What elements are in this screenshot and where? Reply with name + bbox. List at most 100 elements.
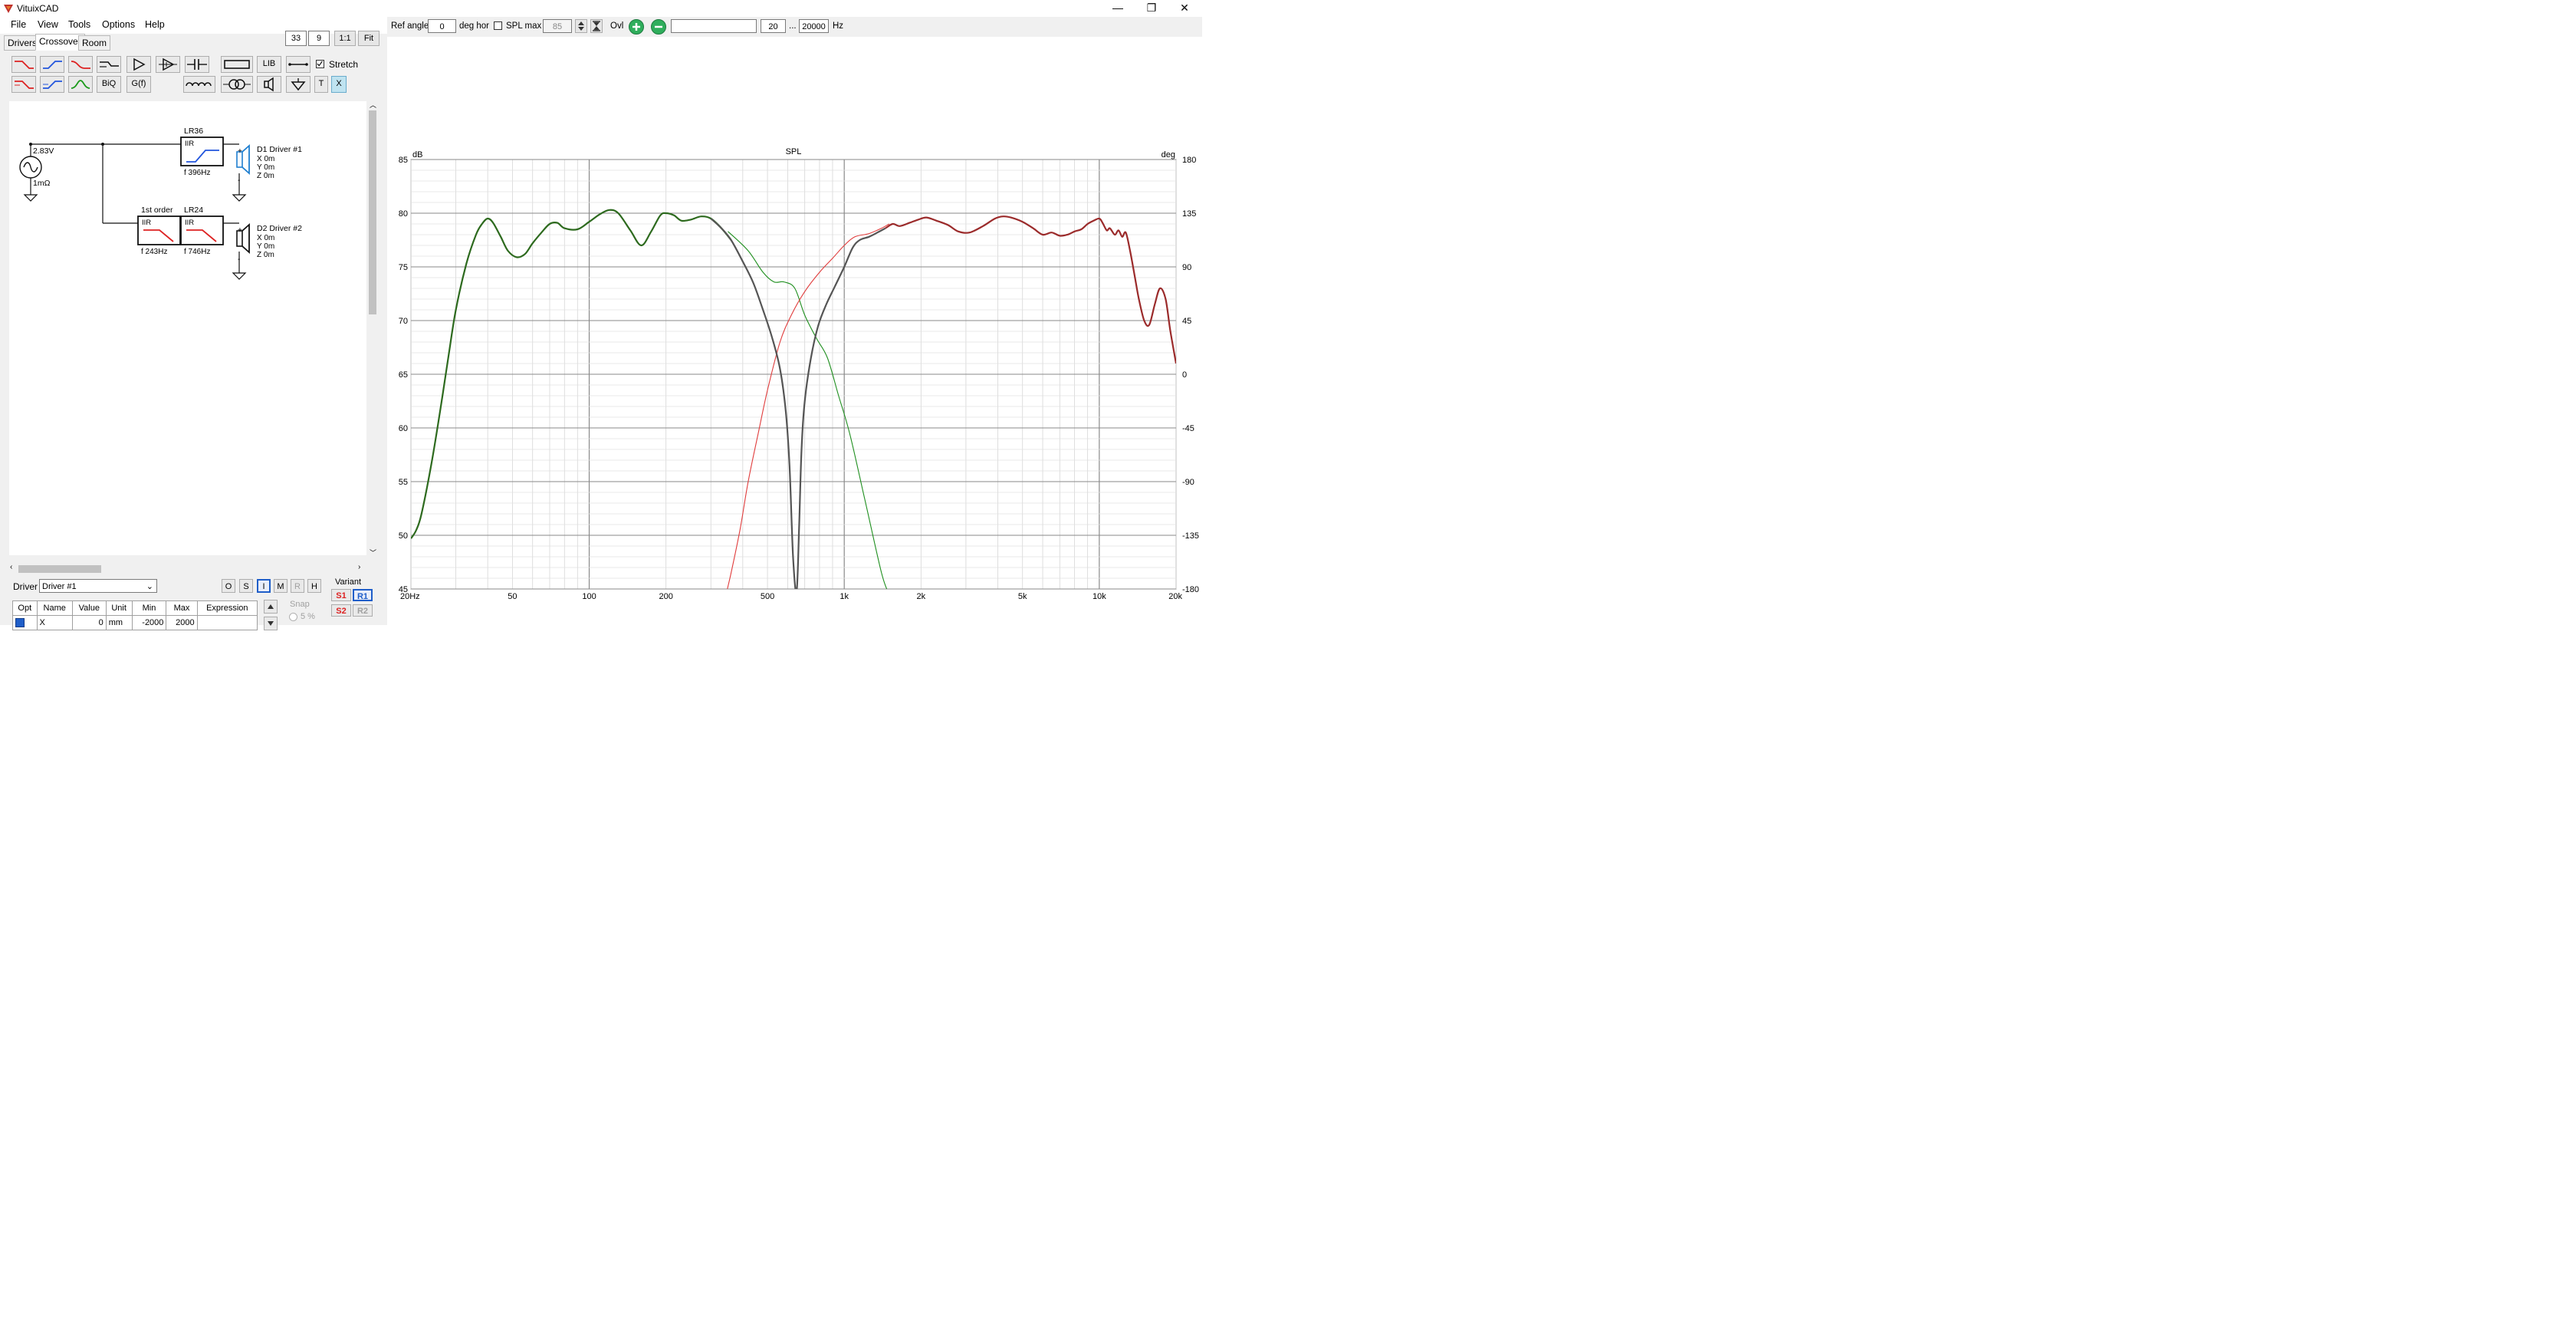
x-tick-label: 5k [1018, 592, 1027, 601]
schematic-vertical-scrollbar[interactable]: ︿ ﹀ [367, 100, 378, 558]
menu-options[interactable]: Options [102, 19, 135, 30]
resistor-tool[interactable] [221, 56, 253, 73]
y-tick-label: 60 [399, 424, 408, 433]
driver-2-y: Y 0m [257, 242, 274, 251]
driver-select-value: Driver #1 [42, 582, 77, 591]
buffer-tool[interactable] [127, 56, 151, 73]
col-opt: Opt [12, 600, 38, 616]
y2-tick-label: -90 [1182, 478, 1194, 487]
text-tool-label: T [318, 79, 324, 88]
ground-tool[interactable] [286, 76, 310, 93]
zoom-1to1-button[interactable]: 1:1 [334, 31, 356, 46]
y2-axis-unit: deg [1162, 150, 1175, 160]
inductor-icon [186, 82, 212, 87]
wire-tool[interactable] [286, 56, 310, 73]
table-row[interactable]: X 0 mm -2000 2000 [12, 615, 258, 630]
mode-s-button[interactable]: S [239, 579, 253, 593]
scroll-right-icon[interactable]: › [358, 563, 360, 571]
minimize-button[interactable]: — [1100, 0, 1135, 17]
buffer-icon [133, 58, 146, 71]
bandpass-icon [71, 80, 90, 89]
bandpass-tool[interactable] [68, 76, 93, 93]
mode-r-button[interactable]: R [291, 579, 304, 593]
lr36-title: LR36 [184, 127, 203, 136]
chevron-down-icon: ⌄ [146, 582, 153, 591]
allpass-icon [100, 61, 119, 67]
delete-tool-label: X [336, 79, 342, 88]
zoom-fit-button[interactable]: Fit [358, 31, 380, 46]
shelving-filter-tool[interactable] [68, 56, 93, 73]
svg-text:+: + [238, 147, 242, 156]
cell-value[interactable]: 0 [71, 615, 107, 630]
highpass-2-tool[interactable] [40, 76, 64, 93]
opt-checkbox[interactable] [12, 615, 38, 630]
mode-i-button[interactable]: I [257, 579, 271, 593]
spl-chart[interactable]: 455055606570758085-180-135-90-4504590135… [387, 17, 1202, 625]
restore-button[interactable]: ❐ [1134, 0, 1169, 17]
transfer-function-label: G(f) [131, 79, 146, 88]
inductor-tool[interactable] [183, 76, 215, 93]
text-tool[interactable]: T [314, 76, 328, 93]
menu-file[interactable]: File [11, 19, 26, 30]
speaker-icon [264, 77, 274, 92]
scroll-up-icon[interactable]: ︿ [370, 100, 376, 110]
shelf-icon [71, 61, 90, 69]
x-tick-label: 20k [1168, 592, 1182, 601]
transfer-function-tool[interactable]: G(f) [127, 76, 151, 93]
cell-max[interactable]: 2000 [166, 615, 198, 630]
lowpass-2-tool[interactable] [12, 76, 36, 93]
transformer-tool[interactable] [221, 76, 253, 93]
gain-tool[interactable] [156, 56, 180, 73]
menu-help[interactable]: Help [145, 19, 165, 30]
zoom-x-field[interactable]: 33 [285, 31, 307, 46]
driver-select[interactable]: Driver #1 ⌄ [39, 579, 157, 593]
col-min: Min [131, 600, 167, 616]
driver-2-z: Z 0m [257, 251, 274, 259]
menu-tools[interactable]: Tools [68, 19, 90, 30]
chart-grid [410, 159, 1177, 590]
y2-tick-label: 90 [1182, 263, 1191, 272]
gain-icon [159, 58, 177, 71]
first-order-title: 1st order [141, 206, 173, 215]
close-button[interactable]: ✕ [1167, 0, 1202, 17]
variant-s2-button[interactable]: S2 [331, 604, 351, 617]
driver-2-name: D2 Driver #2 [257, 224, 302, 233]
horizontal-scroll-thumb[interactable] [18, 565, 101, 573]
x-tick-label: 1k [840, 592, 849, 601]
biquad-tool[interactable]: BiQ [97, 76, 121, 93]
lr36-type: IIR [185, 140, 194, 148]
cell-expression[interactable] [196, 615, 258, 630]
variant-s1-button[interactable]: S1 [331, 589, 351, 601]
x-tick-label: 2k [917, 592, 926, 601]
delete-tool[interactable]: X [331, 76, 347, 93]
snap-radio[interactable] [289, 613, 297, 621]
capacitor-icon [187, 59, 207, 70]
variant-r1-button[interactable]: R1 [353, 589, 373, 601]
vertical-scroll-thumb[interactable] [369, 110, 376, 314]
move-up-button[interactable] [264, 600, 278, 614]
capacitor-tool[interactable] [185, 56, 209, 73]
zoom-y-field[interactable]: 9 [308, 31, 330, 46]
mode-h-button[interactable]: H [307, 579, 321, 593]
lowpass-filter-tool[interactable] [12, 56, 36, 73]
library-button[interactable]: LIB [257, 56, 281, 73]
driver-tool[interactable] [257, 76, 281, 93]
mode-o-button[interactable]: O [222, 579, 235, 593]
cell-min[interactable]: -2000 [131, 615, 167, 630]
first-order-type: IIR [142, 219, 151, 227]
variant-r2-button[interactable]: R2 [353, 604, 373, 617]
schematic-horizontal-scrollbar[interactable]: ‹ › [9, 563, 366, 574]
mode-m-button[interactable]: M [274, 579, 288, 593]
schematic-canvas[interactable]: 2.83V 1mΩ LR36 IIR f 396Hz + - D1 Driver… [9, 101, 366, 555]
menu-view[interactable]: View [38, 19, 58, 30]
tab-crossover[interactable]: Crossover [35, 34, 85, 51]
stretch-checkbox[interactable] [316, 60, 324, 68]
allpass-filter-tool[interactable] [97, 56, 121, 73]
scroll-left-icon[interactable]: ‹ [10, 563, 12, 571]
highpass-filter-tool[interactable] [40, 56, 64, 73]
move-down-button[interactable] [264, 617, 278, 630]
tab-room[interactable]: Room [78, 35, 111, 51]
x-tick-label: 200 [659, 592, 672, 601]
col-expression: Expression [196, 600, 258, 616]
scroll-down-icon[interactable]: ﹀ [370, 548, 376, 558]
